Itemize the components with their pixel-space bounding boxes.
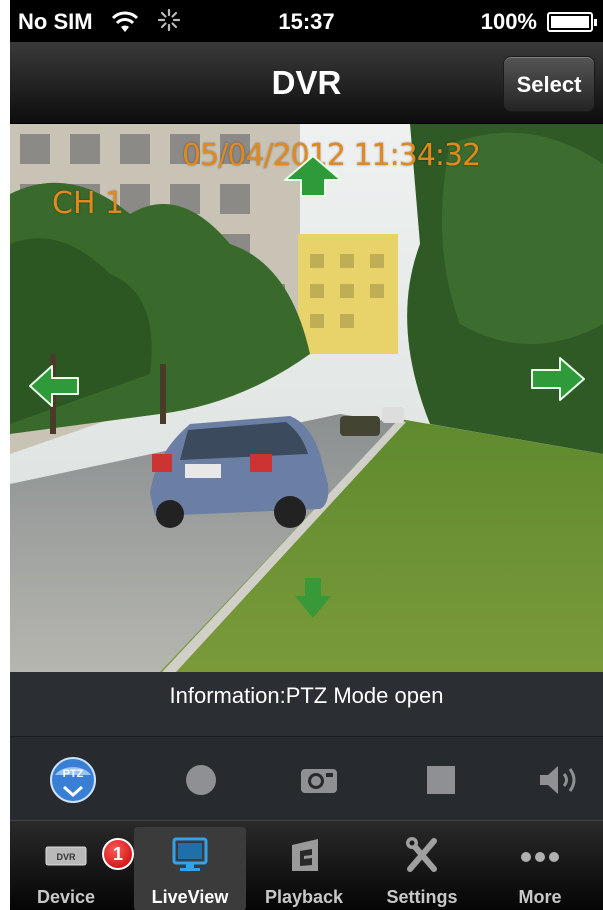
battery-percent: 100% <box>480 9 537 34</box>
tab-playback[interactable]: Playback <box>248 827 360 910</box>
tab-settings-label: Settings <box>386 887 458 907</box>
select-button[interactable]: Select <box>503 56 595 112</box>
app-frame: No SIM 15:37 100% DVR Select 05/04/2012 … <box>10 0 603 910</box>
camera-snapshot-icon[interactable] <box>292 753 346 807</box>
tab-playback-label: Playback <box>264 887 344 907</box>
tab-device-label: Device <box>36 887 96 907</box>
speaker-icon[interactable] <box>532 753 586 807</box>
down-arrow-icon[interactable] <box>293 576 333 620</box>
record-icon[interactable] <box>174 753 228 807</box>
up-arrow-icon[interactable] <box>283 154 343 198</box>
tab-bar: DVR Device LiveView Playback Settings Mo… <box>10 820 603 910</box>
channel-label: CH 1 <box>52 186 125 221</box>
playback-icon <box>292 839 318 871</box>
info-bar: Information:PTZ Mode open <box>10 672 603 736</box>
control-toolbar: PTZ <box>10 736 603 820</box>
monitor-icon <box>172 837 208 871</box>
right-arrow-icon[interactable] <box>530 356 586 402</box>
settings-tools-icon <box>406 837 437 872</box>
tab-liveview[interactable]: LiveView <box>134 827 246 910</box>
battery-icon <box>547 12 597 32</box>
tab-more[interactable]: More <box>484 827 596 910</box>
navigation-bar: DVR Select <box>10 42 603 124</box>
status-bar: No SIM 15:37 100% <box>10 0 603 42</box>
svg-text:DVR: DVR <box>56 852 76 862</box>
live-video-view[interactable]: 05/04/2012 11:34:32 CH 1 <box>10 124 603 672</box>
tab-more-label: More <box>518 887 562 907</box>
tab-device[interactable]: DVR Device <box>10 827 122 910</box>
more-dots-icon <box>521 852 559 862</box>
ptz-icon[interactable]: PTZ <box>46 753 100 807</box>
stop-icon[interactable] <box>414 753 468 807</box>
info-message: Information:PTZ Mode open <box>169 683 444 708</box>
dvr-device-icon: DVR <box>45 846 87 866</box>
tab-liveview-label: LiveView <box>151 887 229 907</box>
left-arrow-icon[interactable] <box>28 364 80 408</box>
svg-text:PTZ: PTZ <box>63 768 84 780</box>
device-notification-badge: 1 <box>102 838 134 870</box>
tab-settings[interactable]: Settings <box>366 827 478 910</box>
